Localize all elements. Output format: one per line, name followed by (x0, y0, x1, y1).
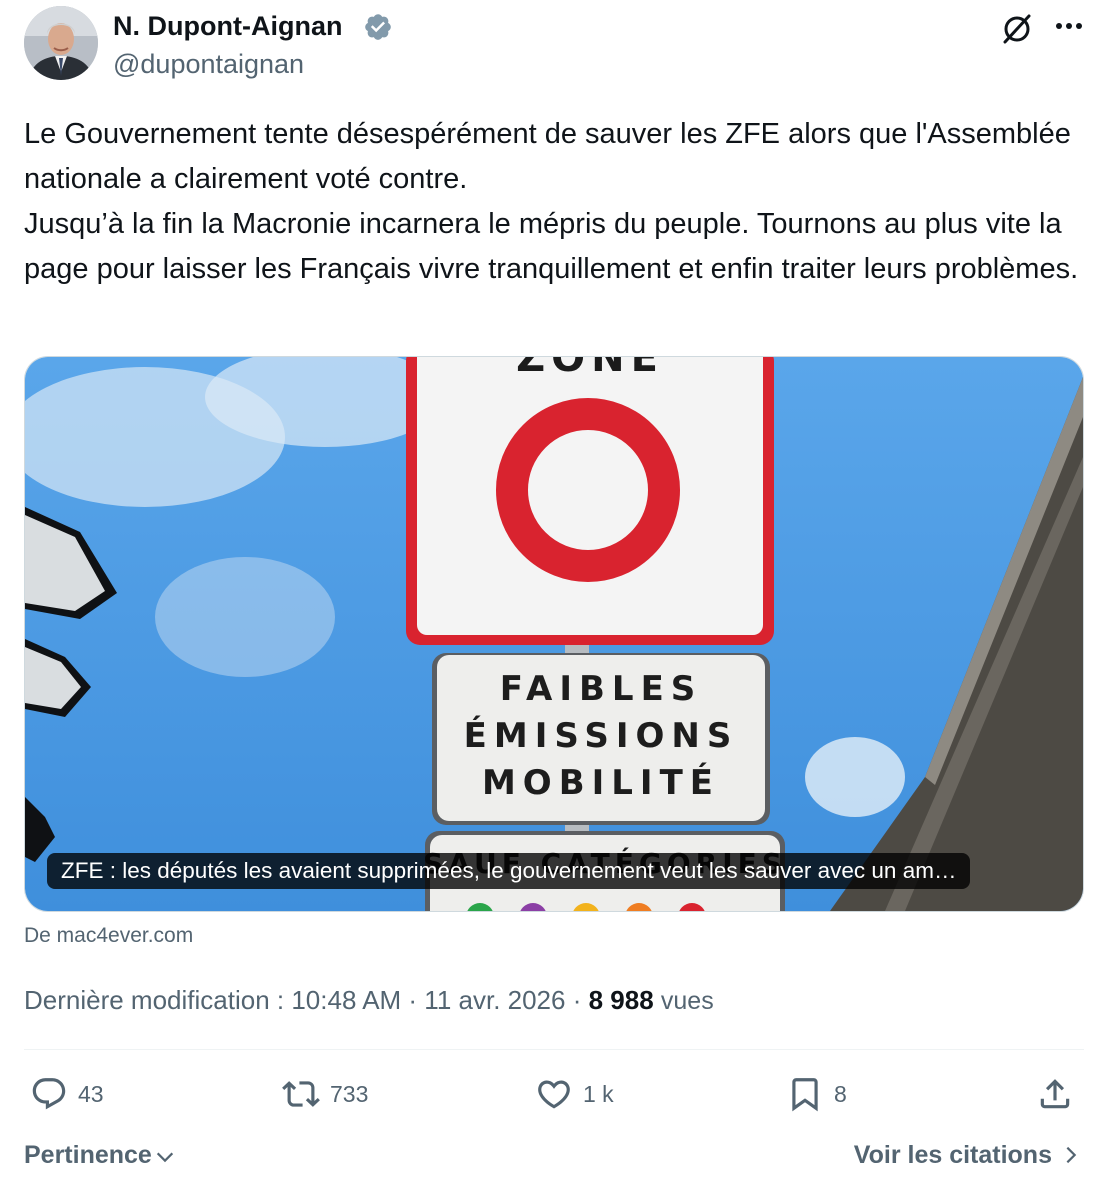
view-quotes-label: Voir les citations (853, 1141, 1052, 1169)
bookmark-button[interactable]: 8 (786, 1072, 847, 1116)
bookmark-count: 8 (834, 1080, 847, 1107)
reply-button[interactable]: 43 (30, 1072, 104, 1116)
like-button[interactable]: 1 k (535, 1072, 614, 1116)
bookmark-icon (792, 1078, 818, 1112)
grok-icon[interactable] (1000, 12, 1034, 46)
like-count: 1 k (583, 1080, 614, 1107)
reply-count: 43 (78, 1080, 104, 1107)
tweet-text: Le Gouvernement tente désespérément de s… (24, 118, 1079, 285)
heart-icon (538, 1080, 570, 1109)
link-card[interactable]: ZONE FAIBLES ÉMISSIONS MOBILITÉ SAUF CAT… (24, 356, 1084, 912)
card-image: ZONE FAIBLES ÉMISSIONS MOBILITÉ SAUF CAT… (25, 357, 1083, 911)
handle[interactable]: @dupontaignan (113, 48, 304, 80)
display-name[interactable]: N. Dupont-Aignan (113, 10, 342, 42)
avatar[interactable] (24, 6, 98, 80)
card-source[interactable]: De mac4ever.com (24, 922, 193, 950)
divider (24, 1049, 1084, 1050)
repost-button[interactable]: 733 (282, 1072, 368, 1116)
repost-count: 733 (330, 1080, 369, 1107)
chevron-right-icon (1066, 1146, 1077, 1164)
share-icon (1040, 1079, 1070, 1109)
view-quotes-link[interactable]: Voir les citations (854, 1138, 1082, 1172)
sign-line-2: ÉMISSIONS (464, 715, 739, 756)
card-caption: ZFE : les députés les avaient supprimées… (47, 853, 971, 889)
sort-label: Pertinence (24, 1141, 152, 1169)
share-button[interactable] (1036, 1072, 1074, 1116)
timestamp[interactable]: Dernière modification : 10:48 AM · 11 av… (24, 985, 589, 1015)
more-options-icon[interactable] (1052, 12, 1086, 42)
sign-line-3: MOBILITÉ (482, 762, 720, 803)
repost-icon (282, 1081, 320, 1107)
tweet-meta: Dernière modification : 10:48 AM · 11 av… (24, 983, 714, 1018)
avatar-photo (24, 6, 98, 80)
views-label: vues (660, 987, 714, 1015)
sign-zone-text: ZONE (516, 357, 664, 381)
sort-dropdown[interactable]: Pertinence (24, 1138, 176, 1172)
sign-line-1: FAIBLES (500, 669, 703, 709)
reply-icon (32, 1078, 66, 1110)
views-count: 8 988 (588, 985, 654, 1015)
chevron-down-icon (156, 1152, 173, 1163)
verified-badge-icon[interactable] (363, 12, 393, 42)
